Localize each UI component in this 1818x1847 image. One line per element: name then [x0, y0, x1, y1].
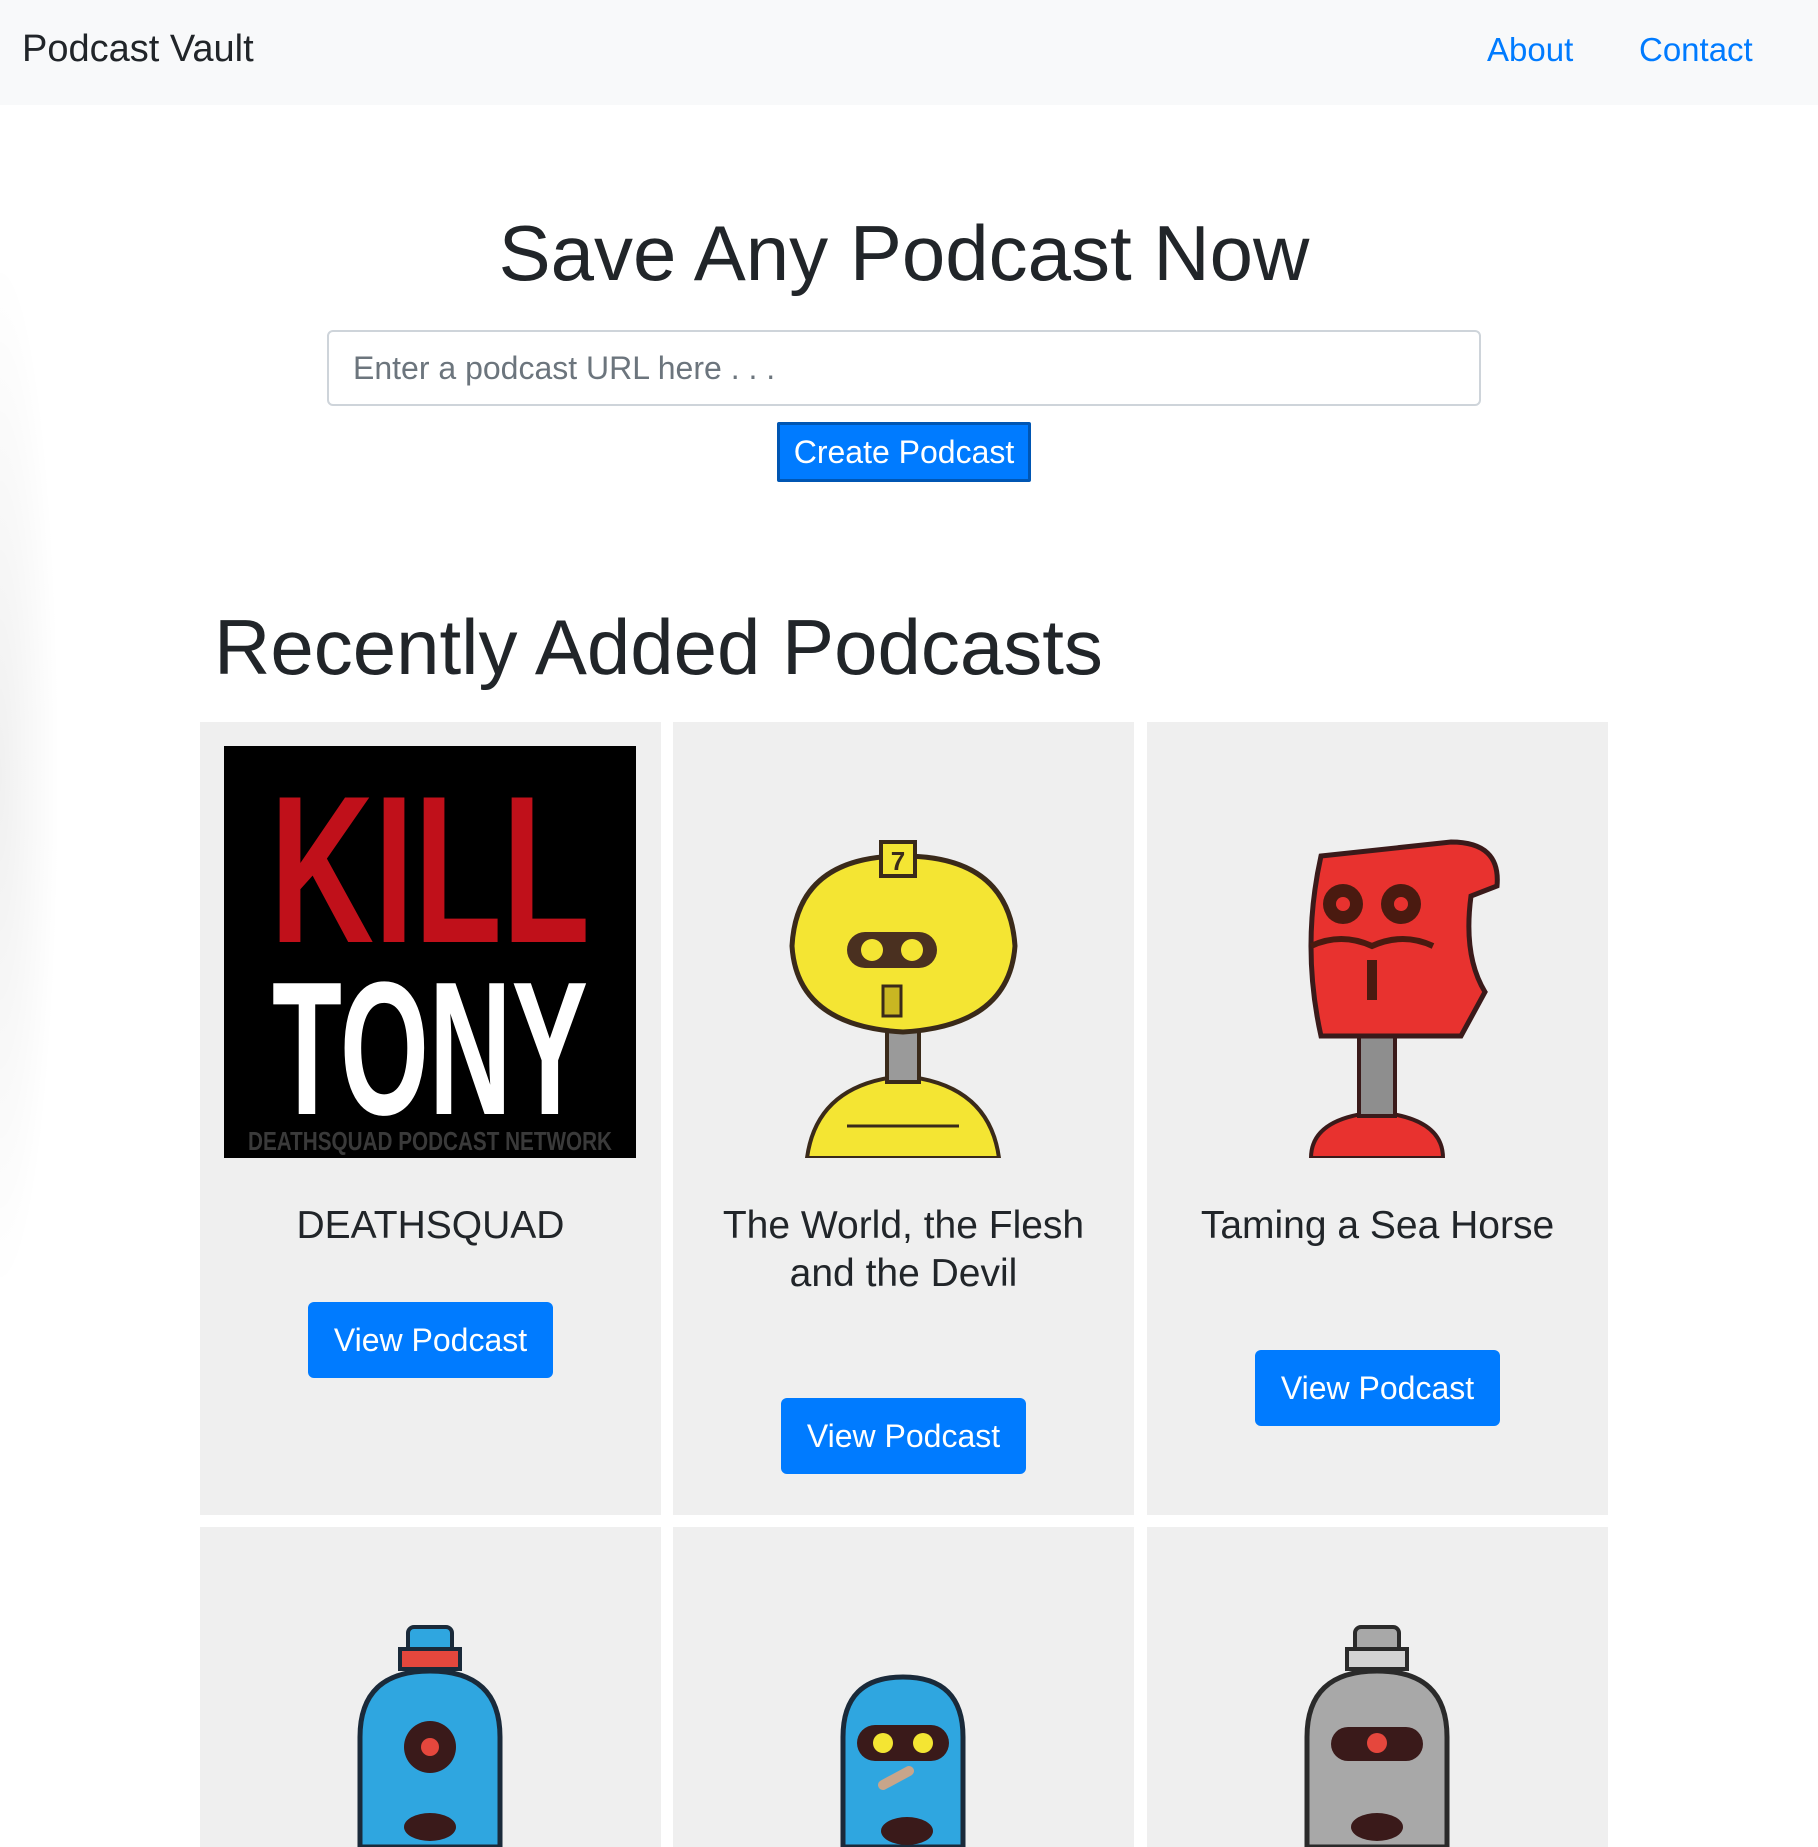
podcast-title: Taming a Sea Horse — [1200, 1204, 1555, 1247]
view-podcast-button[interactable]: View Podcast — [1255, 1350, 1500, 1426]
robot-avatar-blue — [697, 1587, 1109, 1847]
view-podcast-button[interactable]: View Podcast — [308, 1302, 553, 1378]
hero-title: Save Any Podcast Now — [498, 209, 1310, 297]
podcast-card: KILL TONY DEATHSQUAD PODCAST NETWORK DEA… — [200, 722, 661, 1515]
robot-badge: 7 — [891, 846, 905, 876]
navbar: Podcast Vault About Contact — [0, 0, 1818, 105]
page-edge-shadow — [0, 250, 60, 1300]
recent-podcasts-title: Recently Added Podcasts — [214, 603, 1103, 691]
create-podcast-button[interactable]: Create Podcast — [777, 422, 1031, 482]
podcast-title: DEATHSQUAD — [296, 1204, 565, 1247]
podcast-url-input[interactable] — [327, 330, 1481, 406]
robot-avatar-gray — [1171, 1587, 1583, 1847]
podcast-card — [1147, 1527, 1608, 1847]
robot-avatar-yellow: 7 — [697, 746, 1109, 1158]
podcast-title: The World, the Flesh and the Devil — [722, 1204, 1085, 1295]
view-podcast-button[interactable]: View Podcast — [781, 1398, 1026, 1474]
brand-link[interactable]: Podcast Vault — [22, 28, 254, 71]
artwork-line2: TONY — [272, 943, 588, 1155]
artwork-tagline: DEATHSQUAD PODCAST NETWORK — [248, 1126, 612, 1156]
nav-link-contact[interactable]: Contact — [1639, 31, 1753, 69]
podcast-card: Taming a Sea Horse View Podcast — [1147, 722, 1608, 1515]
podcast-card: 7 The World, the Flesh and the Devil Vie… — [673, 722, 1134, 1515]
robot-avatar-blue-cap — [224, 1587, 636, 1847]
robot-avatar-red — [1171, 746, 1583, 1158]
nav-link-about[interactable]: About — [1487, 31, 1573, 69]
podcast-card — [200, 1527, 661, 1847]
podcast-card — [673, 1527, 1134, 1847]
podcast-artwork: KILL TONY DEATHSQUAD PODCAST NETWORK — [224, 746, 636, 1158]
